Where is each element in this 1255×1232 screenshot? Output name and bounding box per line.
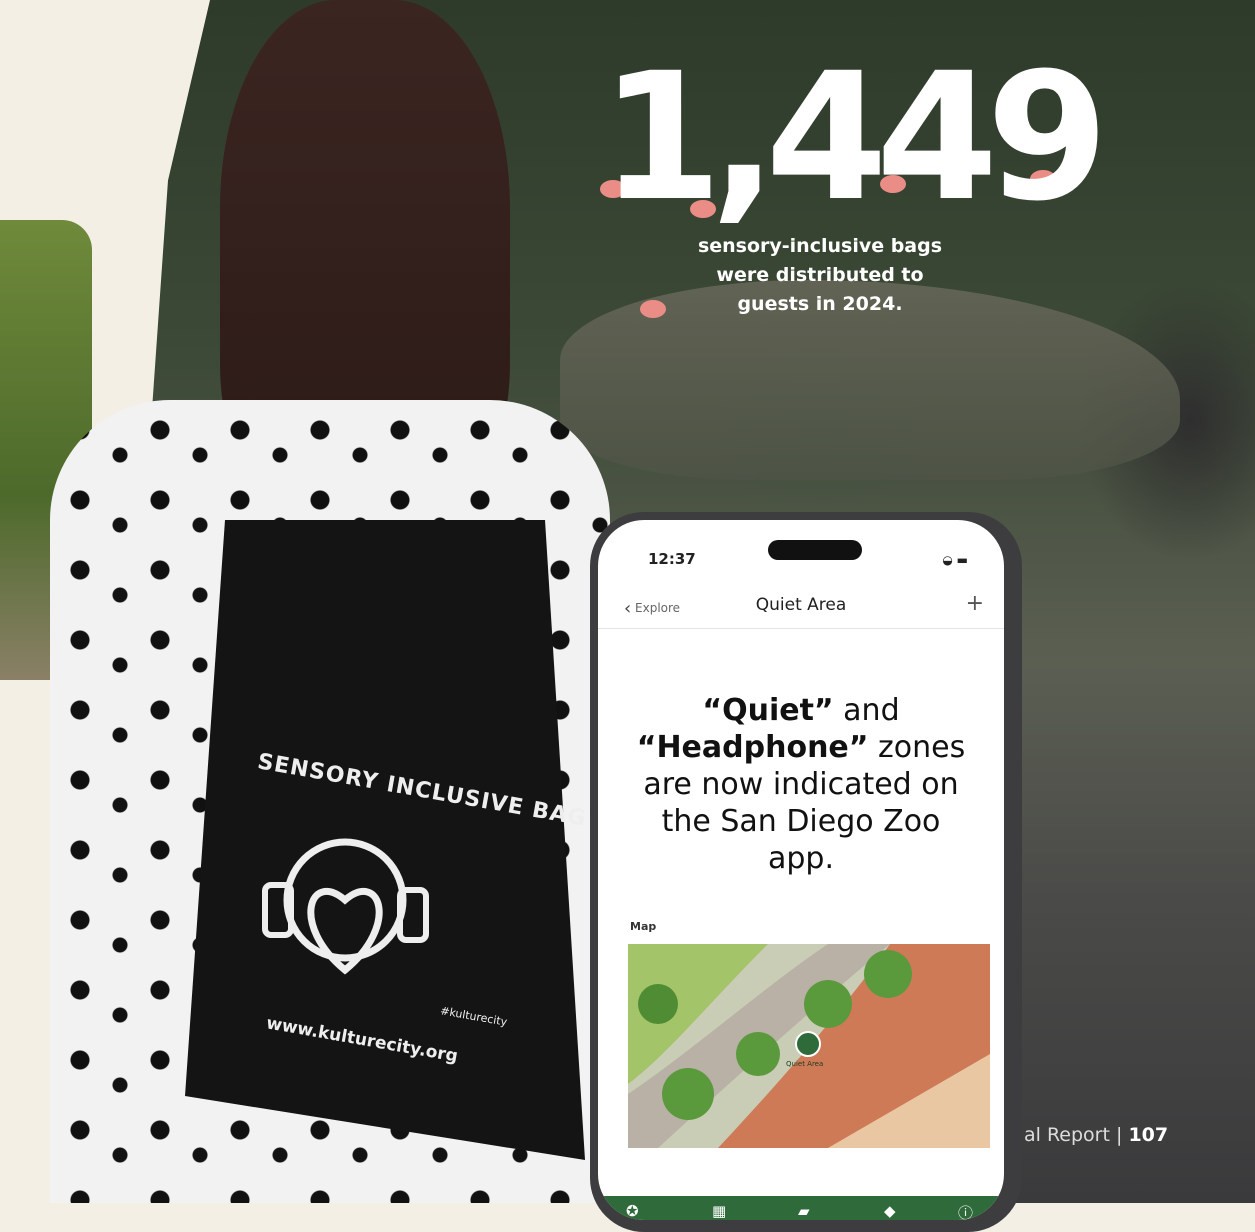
tag-icon[interactable]: ◆ xyxy=(884,1202,896,1220)
phone-screen: 12:37 ◒ ▬ ‹ Explore Quiet Area + “Quiet”… xyxy=(598,520,1004,1220)
info-icon[interactable]: ⓘ xyxy=(958,1202,973,1220)
stat-caption-line: sensory-inclusive bags xyxy=(697,235,943,257)
status-icons: ◒ ▬ xyxy=(942,553,968,567)
page-footer: al Report | 107 xyxy=(1024,1124,1168,1146)
headphone-label: “Headphone” xyxy=(636,730,869,765)
stat-number: 1,449 xyxy=(600,35,1109,240)
calendar-icon[interactable]: ▦ xyxy=(712,1202,726,1220)
app-navbar: ‹ Explore Quiet Area + xyxy=(598,588,1004,629)
page-number: 107 xyxy=(1128,1124,1169,1146)
map-view[interactable]: Quiet Area xyxy=(628,944,990,1148)
stat-caption-line: were distributed to xyxy=(716,264,924,286)
headphone-heart-logo-icon xyxy=(262,838,429,975)
screen-title: Quiet Area xyxy=(755,595,847,615)
and-text: and xyxy=(833,693,900,728)
tab-bar: ✪ ▦ ▰ ◆ ⓘ xyxy=(598,1196,1004,1220)
quiet-label: “Quiet” xyxy=(702,693,834,728)
zones-message: “Quiet” and “Headphone” zones are now in… xyxy=(628,692,974,877)
status-time: 12:37 xyxy=(648,550,696,568)
stat-caption-line: guests in 2024. xyxy=(737,293,903,315)
compass-icon[interactable]: ✪ xyxy=(626,1202,639,1220)
map-graphic xyxy=(628,944,990,1148)
wifi-icon: ◒ xyxy=(942,553,953,567)
stat-caption: sensory-inclusive bags were distributed … xyxy=(670,232,970,319)
battery-icon: ▬ xyxy=(956,553,968,567)
map-label: Map xyxy=(630,920,657,933)
camera-notch xyxy=(768,540,862,560)
add-button[interactable]: + xyxy=(966,591,984,616)
wallet-icon[interactable]: ▰ xyxy=(798,1202,810,1220)
map-marker-label: Quiet Area xyxy=(786,1060,824,1068)
footer-separator: | xyxy=(1116,1124,1123,1146)
footer-report-label: al Report xyxy=(1024,1124,1110,1146)
